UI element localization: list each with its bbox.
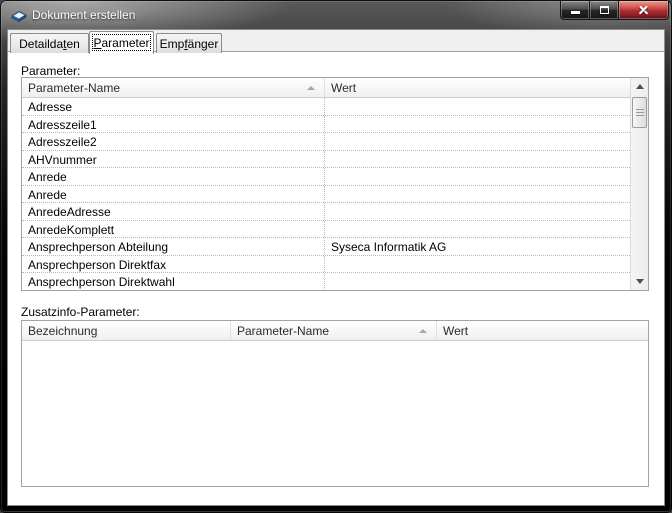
table-row[interactable]: AnredeKomplett xyxy=(22,220,630,238)
table-row[interactable]: Anrede xyxy=(22,185,630,203)
scroll-down-button[interactable] xyxy=(631,273,648,290)
maximize-icon xyxy=(599,6,609,14)
sort-ascending-icon xyxy=(419,329,427,333)
window-title: Dokument erstellen xyxy=(32,8,136,22)
zusatzinfo-table-body xyxy=(22,341,648,486)
table-row[interactable]: Adresszeile2 xyxy=(22,133,630,151)
tab-label: Detaildaten xyxy=(19,36,80,51)
dialog-window: Dokument erstellen Detaildaten Parameter… xyxy=(0,0,672,513)
tab-empfaenger[interactable]: Empfänger xyxy=(156,33,222,53)
scroll-up-button[interactable] xyxy=(631,78,648,95)
maximize-button[interactable] xyxy=(590,1,619,20)
arrow-down-icon xyxy=(635,279,644,284)
tab-parameter[interactable]: Parameter xyxy=(89,31,154,54)
window-controls xyxy=(560,1,669,20)
parameter-table-header: Parameter-Name Wert xyxy=(22,78,630,98)
tab-label: Parameter xyxy=(93,36,150,50)
column-header-wert[interactable]: Wert xyxy=(437,321,648,340)
table-row[interactable]: Anrede xyxy=(22,168,630,186)
parameter-table-body: Adresse Adresszeile1 Adresszeile2 AHVnum… xyxy=(22,98,630,290)
column-header-bezeichnung[interactable]: Bezeichnung xyxy=(22,321,231,340)
table-row[interactable]: Ansprechperson Direktwahl xyxy=(22,273,630,290)
dialog-client-area: Detaildaten Parameter Empfänger Paramete… xyxy=(8,30,664,505)
column-header-parameter-name[interactable]: Parameter-Name xyxy=(231,321,437,340)
scrollbar-thumb[interactable] xyxy=(632,97,647,128)
close-button[interactable] xyxy=(619,1,669,20)
column-header-parameter-name[interactable]: Parameter-Name xyxy=(22,78,325,97)
minimize-icon xyxy=(570,11,580,14)
table-row[interactable]: AnredeAdresse xyxy=(22,203,630,221)
parameter-table: Parameter-Name Wert Adresse Adresszeile1… xyxy=(21,77,649,291)
zusatzinfo-table-header: Bezeichnung Parameter-Name Wert xyxy=(22,321,648,341)
table-row[interactable]: AHVnummer xyxy=(22,150,630,168)
vertical-scrollbar[interactable] xyxy=(630,78,648,290)
table-row[interactable]: Ansprechperson Abteilung Syseca Informati… xyxy=(22,238,630,256)
scrollbar-grip-icon xyxy=(635,108,644,117)
table-row[interactable]: Ansprechperson Direktfax xyxy=(22,255,630,273)
arrow-up-icon xyxy=(635,84,644,89)
titlebar[interactable]: Dokument erstellen xyxy=(0,0,672,30)
table-row[interactable]: Adresszeile1 xyxy=(22,115,630,133)
tab-strip: Detaildaten Parameter Empfänger xyxy=(8,30,664,54)
sort-ascending-icon xyxy=(307,86,315,90)
tab-detaildaten[interactable]: Detaildaten xyxy=(10,33,89,53)
tab-label: Empfänger xyxy=(159,36,219,51)
parameter-section-label: Parameter: xyxy=(21,64,81,78)
parameter-table-main: Parameter-Name Wert Adresse Adresszeile1… xyxy=(22,78,630,290)
zusatzinfo-section-label: Zusatzinfo-Parameter: xyxy=(21,305,140,319)
app-icon xyxy=(11,7,27,23)
minimize-button[interactable] xyxy=(560,1,590,20)
column-header-wert[interactable]: Wert xyxy=(325,78,630,97)
close-icon xyxy=(638,5,649,16)
zusatzinfo-table-main: Bezeichnung Parameter-Name Wert xyxy=(22,321,648,486)
zusatzinfo-table: Bezeichnung Parameter-Name Wert xyxy=(21,320,649,487)
table-row[interactable]: Adresse xyxy=(22,98,630,116)
